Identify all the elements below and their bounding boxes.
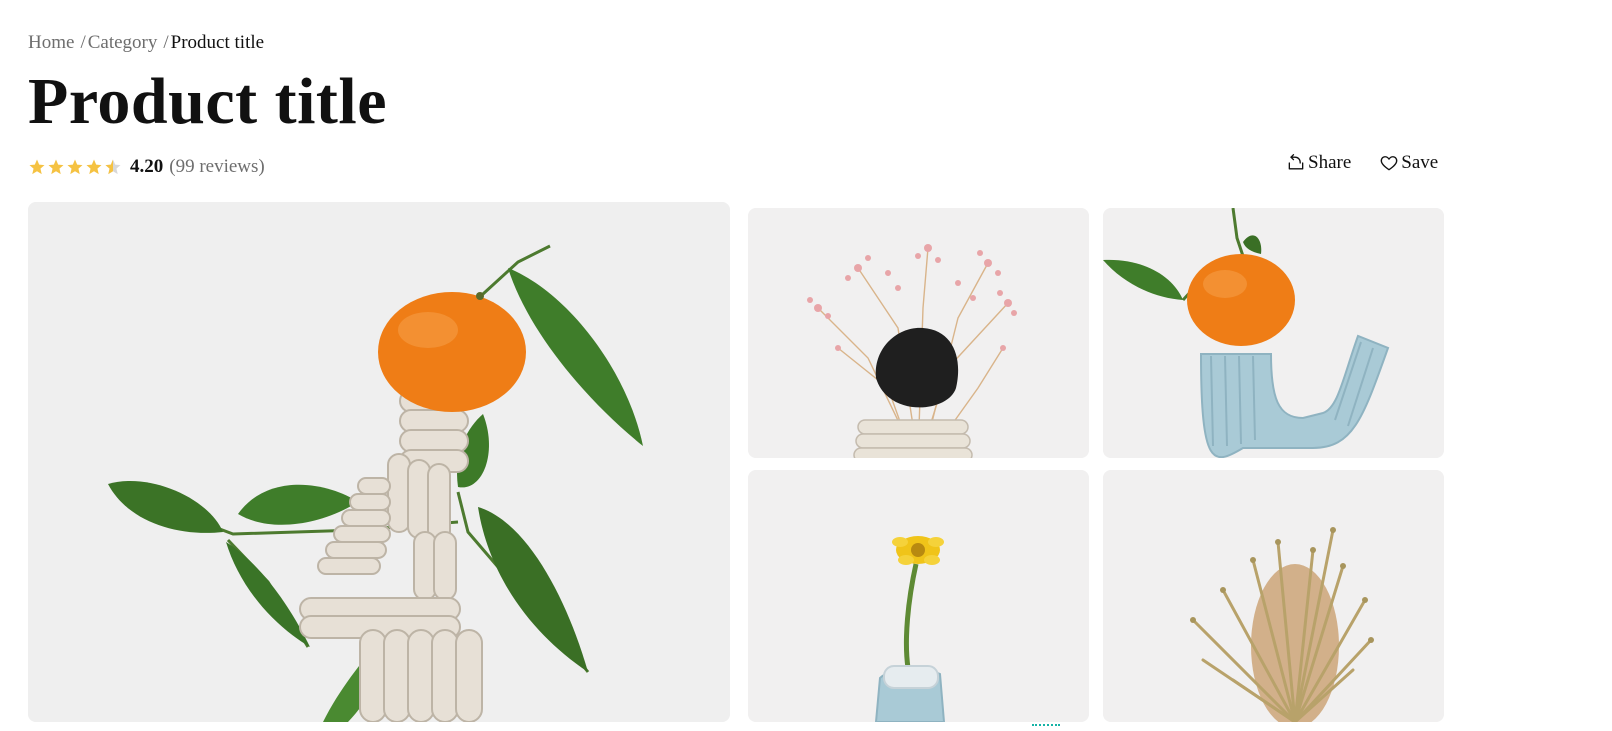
save-label: Save	[1401, 152, 1439, 173]
star-icon	[48, 159, 64, 175]
orange-blue-clay-image	[1103, 208, 1444, 458]
rating-value: 4.20	[130, 156, 164, 177]
save-button[interactable]: Save	[1379, 152, 1438, 174]
breadcrumb-current: Product title	[170, 32, 265, 53]
banksia-flower-image	[1103, 470, 1444, 722]
orange-clay-sculpture-image	[28, 202, 730, 722]
product-gallery	[28, 202, 1447, 722]
share-button[interactable]: Share	[1286, 152, 1351, 174]
review-count[interactable]: (99 reviews)	[169, 156, 265, 178]
share-label: Share	[1308, 152, 1352, 173]
rating-summary: 4.20 (99 reviews)	[28, 156, 265, 178]
star-icon	[29, 159, 45, 175]
breadcrumb-home-link[interactable]: Home	[28, 32, 74, 54]
below-fold-accent	[1032, 724, 1060, 731]
page-title: Product title	[28, 65, 388, 138]
star-icon	[67, 159, 83, 175]
product-actions: Share Save	[1286, 152, 1438, 174]
breadcrumb: Home / Category / Product title	[28, 32, 264, 54]
star-icon	[86, 159, 102, 175]
gallery-thumbnail[interactable]	[748, 470, 1089, 722]
heart-icon	[1380, 156, 1398, 171]
star-rating	[28, 158, 122, 176]
breadcrumb-separator: /	[163, 32, 169, 53]
share-icon	[1288, 154, 1304, 170]
yellow-flower-blue-vase-image	[748, 470, 1089, 722]
gallery-thumbnail[interactable]	[1103, 208, 1444, 458]
breadcrumb-category-link[interactable]: Category	[88, 32, 158, 54]
pink-flowers-black-stone-image	[748, 208, 1089, 458]
gallery-thumbnail[interactable]	[748, 208, 1089, 458]
half-star-icon	[105, 159, 121, 175]
gallery-thumbnail[interactable]	[1103, 470, 1444, 722]
breadcrumb-separator: /	[80, 32, 86, 53]
gallery-main-image[interactable]	[28, 202, 730, 722]
